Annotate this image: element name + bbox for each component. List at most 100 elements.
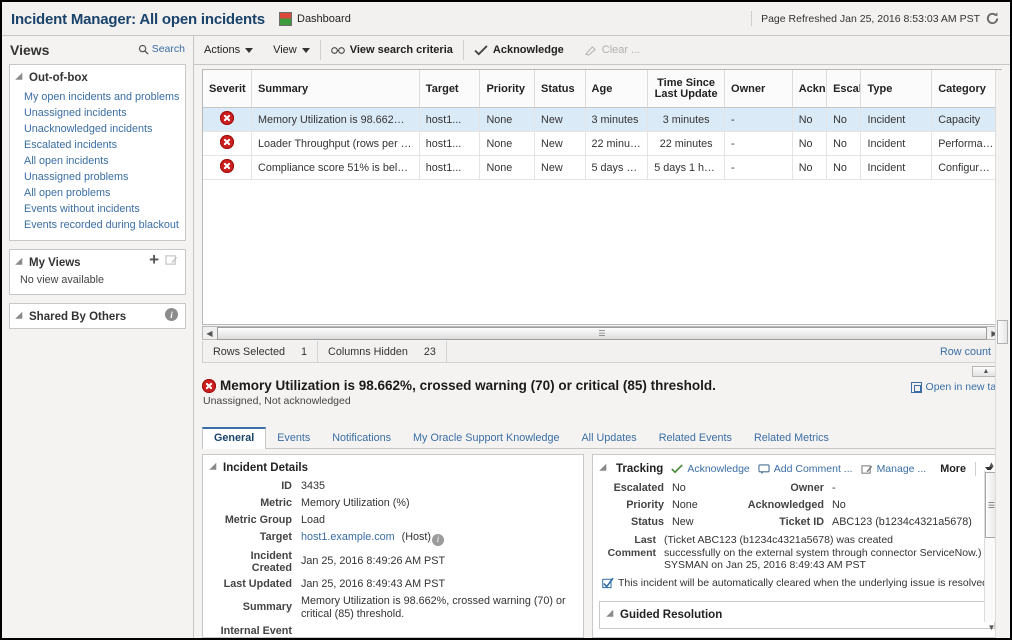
detail-row-internal-event: Internal Event (203, 623, 583, 638)
rows-selected-label: Rows Selected (213, 345, 286, 358)
shared-by-others-header[interactable]: Shared By Others i (10, 304, 185, 328)
scroll-left-icon[interactable]: ◀ (203, 329, 216, 338)
detail-value: Memory Utilization is 98.662%, crossed w… (301, 594, 566, 620)
col-target[interactable]: Target (419, 70, 481, 108)
collapse-triangle-icon[interactable] (15, 72, 26, 84)
eraser-icon (584, 45, 596, 56)
acknowledge-button[interactable]: Acknowledge (464, 36, 574, 65)
manage-link[interactable]: Manage ... (861, 463, 926, 475)
target-link[interactable]: host1.example.com (301, 531, 395, 543)
sidebar-item-events-blackout[interactable]: Events recorded during blackout (10, 217, 185, 233)
col-priority[interactable]: Priority (479, 70, 536, 108)
cell-summary[interactable]: Memory Utilization is 98.662%, cro... (251, 107, 420, 132)
sidebar-item-events-without-incidents[interactable]: Events without incidents (10, 201, 185, 217)
detail-panels: Incident Details ID 3435 Metric Memory U… (202, 454, 1002, 638)
col-summary[interactable]: Summary (251, 70, 420, 108)
guided-resolution-title: Guided Resolution (620, 608, 723, 621)
collapse-triangle-icon[interactable] (599, 463, 610, 475)
sidebar-item-unassigned-problems[interactable]: Unassigned problems (10, 169, 185, 185)
cell-owner: - (724, 107, 793, 132)
dashboard-link[interactable]: Dashboard (279, 12, 351, 26)
cell-acknowledged: No (792, 107, 828, 132)
incident-manager-window: Incident Manager: All open incidents Das… (0, 0, 1012, 640)
view-menu[interactable]: View (263, 36, 320, 65)
cell-target[interactable]: host1... (419, 107, 481, 132)
cell-target[interactable]: host1... (419, 131, 481, 156)
cell-time-since: 3 minutes (647, 107, 726, 132)
tab-all-updates[interactable]: All Updates (570, 429, 647, 448)
row-count-link[interactable]: Row count (940, 346, 1001, 358)
refresh-icon[interactable] (985, 11, 1000, 26)
collapse-triangle-icon[interactable] (15, 311, 26, 323)
edit-view-icon[interactable] (165, 254, 178, 266)
collapse-triangle-icon[interactable] (209, 462, 220, 474)
tab-general[interactable]: General (202, 427, 267, 449)
col-escalated[interactable]: Escala (826, 70, 862, 108)
sidebar-item-all-open-problems[interactable]: All open problems (10, 185, 185, 201)
table-row[interactable]: Compliance score 51% is below c... host1… (203, 155, 1001, 180)
add-view-icon[interactable]: + (149, 251, 159, 268)
detail-row-summary: Summary Memory Utilization is 98.662%, c… (203, 593, 583, 623)
add-comment-link[interactable]: Add Comment ... (758, 463, 853, 475)
cell-summary[interactable]: Loader Throughput (rows per sec... (251, 131, 420, 156)
sidebar-item-my-open[interactable]: My open incidents and problems (10, 89, 185, 105)
guided-resolution-panel[interactable]: Guided Resolution (599, 600, 995, 629)
checkbox-checked-icon[interactable] (602, 577, 614, 589)
page-refresh-area: Page Refreshed Jan 25, 2016 8:53:03 AM P… (751, 11, 1000, 26)
incident-details-header[interactable]: Incident Details (203, 455, 583, 478)
col-severity[interactable]: Severit (203, 70, 253, 108)
page-vertical-scrollbar[interactable] (995, 70, 1010, 638)
sidebar-item-escalated-incidents[interactable]: Escalated incidents (10, 137, 185, 153)
collapse-triangle-icon[interactable] (606, 609, 617, 620)
clear-button[interactable]: Clear ... (574, 36, 651, 65)
columns-hidden-label: Columns Hidden (328, 345, 408, 358)
col-age[interactable]: Age (585, 70, 649, 108)
tab-events[interactable]: Events (266, 429, 321, 448)
ticket-id-link[interactable]: ABC123 (b1234c4321a5678) (832, 515, 972, 530)
tracking-label: Acknowledged (747, 499, 824, 511)
out-of-box-header[interactable]: Out-of-box (10, 65, 185, 89)
sidebar-item-unassigned-incidents[interactable]: Unassigned incidents (10, 105, 185, 121)
metric-link[interactable]: Memory Utilization (%) (301, 497, 574, 510)
col-status[interactable]: Status (534, 70, 586, 108)
search-link[interactable]: Search (138, 43, 185, 55)
col-type[interactable]: Type (860, 70, 933, 108)
cell-target[interactable]: host1... (419, 155, 481, 180)
info-icon[interactable]: i (432, 533, 445, 546)
tab-my-oracle-support-knowledge[interactable]: My Oracle Support Knowledge (402, 429, 570, 448)
critical-icon (202, 378, 216, 393)
table-horizontal-scrollbar[interactable]: ◀ ☰ ▶ (202, 326, 1002, 340)
tab-notifications[interactable]: Notifications (321, 429, 402, 448)
tab-related-metrics[interactable]: Related Metrics (743, 429, 840, 448)
col-acknowledged[interactable]: Ackno (792, 70, 828, 108)
out-of-box-title: Out-of-box (29, 72, 88, 84)
cell-severity (203, 131, 253, 156)
tracking-acknowledge-link[interactable]: Acknowledge (671, 463, 750, 475)
info-icon[interactable]: i (165, 308, 178, 321)
target-type: (Host) (401, 531, 432, 543)
open-in-new-tab-link[interactable]: Open in new tab (910, 381, 1002, 393)
view-search-criteria-button[interactable]: View search criteria (321, 36, 463, 65)
col-time-since-last-update[interactable]: Time Since Last Update (647, 70, 726, 108)
sidebar-item-all-open-incidents[interactable]: All open incidents (10, 153, 185, 169)
cell-owner: - (724, 131, 793, 156)
actions-menu[interactable]: Actions (194, 36, 263, 65)
col-category[interactable]: Category (931, 70, 1001, 108)
scrollbar-thumb[interactable]: ☰ (217, 326, 987, 340)
my-views-header[interactable]: My Views + (10, 250, 185, 274)
collapse-triangle-icon[interactable] (15, 257, 26, 269)
scrollbar-thumb[interactable] (997, 320, 1008, 344)
table-row[interactable]: Memory Utilization is 98.662%, cro... ho… (203, 107, 1001, 132)
shared-info: i (165, 308, 178, 321)
out-of-box-list: My open incidents and problems Unassigne… (10, 89, 185, 240)
sidebar-item-unacknowledged-incidents[interactable]: Unacknowledged incidents (10, 121, 185, 137)
detail-value: Jan 25, 2016 8:49:26 AM PST (301, 554, 446, 567)
table-row[interactable]: Loader Throughput (rows per sec... host1… (203, 131, 1001, 156)
more-label: More (940, 463, 966, 475)
detail-row-incident-created: Incident Created Jan 25, 2016 8:49:26 AM … (203, 548, 583, 576)
detail-row-metric-group: Metric Group Load (203, 512, 583, 529)
col-owner[interactable]: Owner (724, 70, 793, 108)
cell-summary[interactable]: Compliance score 51% is below c... (251, 155, 420, 180)
tab-related-events[interactable]: Related Events (648, 429, 743, 448)
tracking-label: Owner (790, 482, 824, 494)
